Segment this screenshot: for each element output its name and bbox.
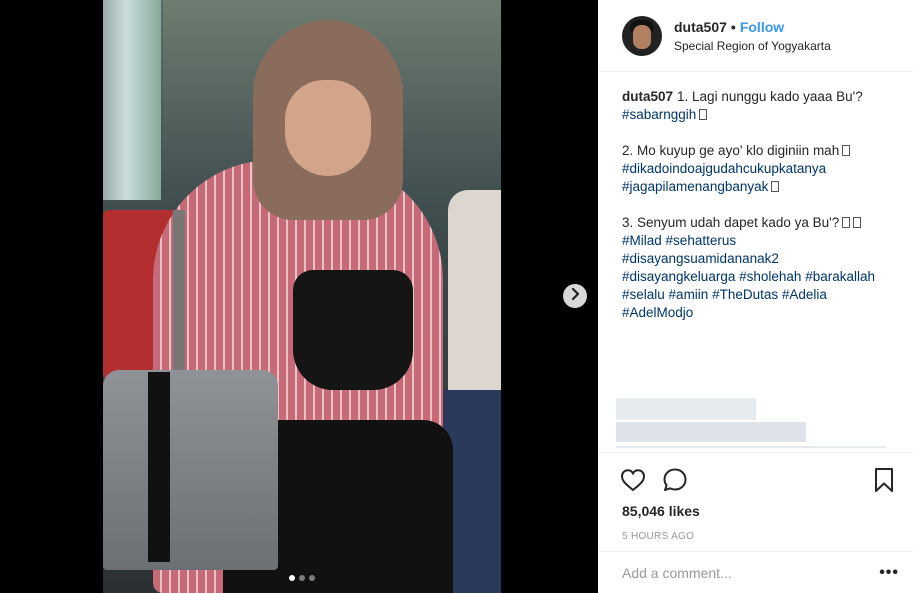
location-link[interactable]: Special Region of Yogyakarta xyxy=(674,39,831,53)
heart-icon[interactable] xyxy=(620,467,646,493)
hashtag[interactable]: #dikadoindoajgudahcukupkatanya xyxy=(622,161,826,176)
hashtag[interactable]: #jagapilamenangbanyak xyxy=(622,179,768,194)
caption-username[interactable]: duta507 xyxy=(622,89,673,104)
post-sidebar: duta507 • Follow Special Region of Yogyaka… xyxy=(598,0,913,593)
chevron-right-icon xyxy=(570,287,580,305)
hashtag[interactable]: #amiin xyxy=(669,287,709,302)
duffel-bag xyxy=(103,370,278,570)
fanny-pack xyxy=(293,270,413,390)
emoji-icon xyxy=(771,181,780,192)
post-header: duta507 • Follow Special Region of Yogyaka… xyxy=(598,0,913,72)
follow-button[interactable]: Follow xyxy=(740,19,784,35)
carousel-dot xyxy=(309,575,315,581)
carousel-dot xyxy=(299,575,305,581)
emoji-icon xyxy=(842,217,851,228)
face xyxy=(285,80,371,176)
pole xyxy=(103,0,161,200)
hashtag[interactable]: #disayangsuamidananak2 xyxy=(622,251,779,266)
timestamp[interactable]: 5 HOURS AGO xyxy=(598,519,913,542)
luggage-handle xyxy=(173,210,185,375)
comment-bar: ••• xyxy=(598,551,913,593)
hashtag[interactable]: #Adelia xyxy=(782,287,827,302)
comment-icon[interactable] xyxy=(662,467,688,493)
hashtag[interactable]: #TheDutas xyxy=(712,287,778,302)
bookmark-icon[interactable] xyxy=(871,467,897,493)
action-icons xyxy=(598,453,913,497)
header-text: duta507 • Follow Special Region of Yogyaka… xyxy=(674,19,831,53)
avatar[interactable] xyxy=(622,15,662,56)
avatar-face xyxy=(633,24,651,49)
more-options-button[interactable]: ••• xyxy=(879,564,899,582)
emoji-icon xyxy=(699,109,708,120)
hashtag[interactable]: #Milad xyxy=(622,233,662,248)
media-pane xyxy=(0,0,598,593)
next-button[interactable] xyxy=(563,284,587,308)
hashtag[interactable]: #barakallah xyxy=(805,269,875,284)
bag-strap xyxy=(148,372,170,562)
header-line: duta507 • Follow xyxy=(674,19,831,35)
likes-count[interactable]: 85,046 likes xyxy=(598,497,913,519)
caption-text-3: 3. Senyum udah dapet kado ya Bu'? xyxy=(622,215,840,230)
caption-text-2: 2. Mo kuyup ge ayo' klo diginiin mah xyxy=(622,143,840,158)
separator: • xyxy=(730,18,736,35)
hashtag[interactable]: #disayangkeluarga xyxy=(622,269,735,284)
username-link[interactable]: duta507 xyxy=(674,19,727,35)
hashtag[interactable]: #sholehah xyxy=(739,269,801,284)
carousel-dot xyxy=(289,575,295,581)
comment-input[interactable] xyxy=(622,564,880,581)
actions-section: 85,046 likes 5 HOURS AGO ••• xyxy=(598,452,913,592)
hashtag[interactable]: #sehatterus xyxy=(666,233,737,248)
hashtag[interactable]: #AdelModjo xyxy=(622,305,693,320)
post-photo[interactable] xyxy=(103,0,501,593)
hashtag[interactable]: #selalu xyxy=(622,287,665,302)
caption-paragraph-1: duta507 1. Lagi nunggu kado yaaa Bu'? #sa… xyxy=(622,88,889,124)
caption-paragraph-3: 3. Senyum udah dapet kado ya Bu'? #Milad… xyxy=(622,214,889,322)
hashtag[interactable]: #sabarnggih xyxy=(622,107,696,122)
emoji-icon xyxy=(853,217,862,228)
carousel-dots xyxy=(103,575,501,581)
caption-paragraph-2: 2. Mo kuyup ge ayo' klo diginiin mah #di… xyxy=(622,142,889,196)
emoji-icon xyxy=(842,145,851,156)
caption-text-1: 1. Lagi nunggu kado yaaa Bu'? xyxy=(677,89,863,104)
caption: duta507 1. Lagi nunggu kado yaaa Bu'? #sa… xyxy=(598,72,913,448)
